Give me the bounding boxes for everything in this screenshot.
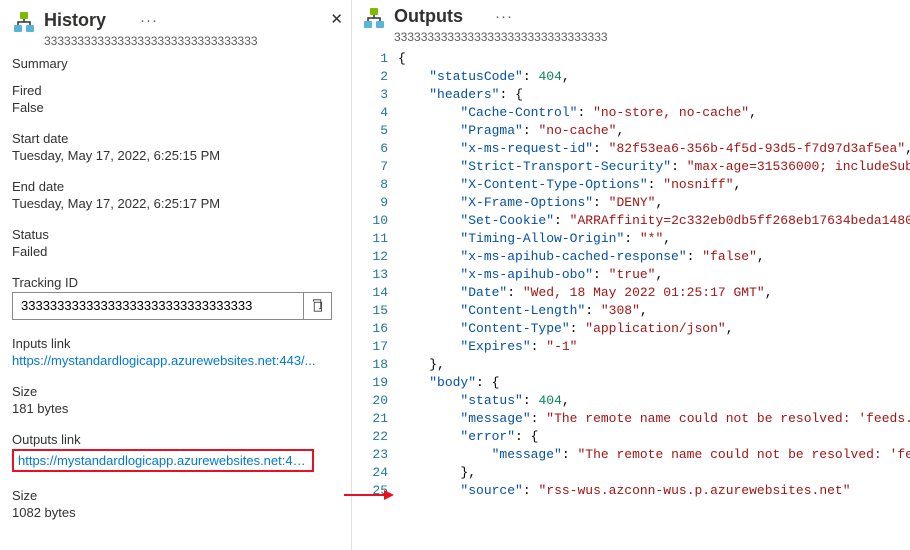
tracking-id-label: Tracking ID — [12, 275, 343, 290]
logic-app-icon — [362, 6, 386, 30]
outputs-more-button[interactable]: ··· — [487, 8, 521, 25]
history-header: History ··· 3333333333333333333333333333… — [12, 4, 351, 52]
outputs-subtitle: 33333333333333333333333333333333 — [394, 30, 902, 44]
inputs-size-value: 181 bytes — [12, 401, 343, 416]
end-date-label: End date — [12, 179, 343, 194]
status-label: Status — [12, 227, 343, 242]
history-title: History — [44, 10, 343, 32]
history-panel: History ··· 3333333333333333333333333333… — [0, 0, 352, 550]
outputs-link-label: Outputs link — [12, 432, 343, 447]
close-button[interactable]: ✕ — [330, 10, 343, 28]
tracking-id-field — [12, 292, 332, 320]
start-date-label: Start date — [12, 131, 343, 146]
summary-heading: Summary — [12, 56, 343, 71]
inputs-link[interactable]: https://mystandardlogicapp.azurewebsites… — [12, 353, 332, 368]
status-value: Failed — [12, 244, 343, 259]
outputs-size-value: 1082 bytes — [12, 505, 343, 520]
copy-icon — [311, 299, 324, 312]
outputs-title: Outputs — [394, 6, 902, 28]
logic-app-icon — [12, 10, 36, 34]
code-editor[interactable]: 1234567891011121314151617181920212223242… — [362, 48, 910, 550]
history-subtitle: 33333333333333333333333333333333 — [44, 34, 343, 48]
tracking-id-input[interactable] — [13, 298, 303, 313]
inputs-size-label: Size — [12, 384, 343, 399]
outputs-link-highlight: https://mystandardlogicapp.azurewebsites… — [12, 449, 314, 472]
outputs-header: Outputs ··· 3333333333333333333333333333… — [362, 0, 910, 48]
outputs-link[interactable]: https://mystandardlogicapp.azurewebsites… — [18, 453, 308, 468]
history-more-button[interactable]: ··· — [132, 12, 166, 29]
copy-button[interactable] — [303, 293, 331, 319]
fired-value: False — [12, 100, 343, 115]
end-date-value: Tuesday, May 17, 2022, 6:25:17 PM — [12, 196, 343, 211]
code-content: { "statusCode": 404, "headers": { "Cache… — [398, 50, 910, 550]
fired-label: Fired — [12, 83, 343, 98]
inputs-link-label: Inputs link — [12, 336, 343, 351]
start-date-value: Tuesday, May 17, 2022, 6:25:15 PM — [12, 148, 343, 163]
outputs-panel: Outputs ··· 3333333333333333333333333333… — [352, 0, 910, 550]
outputs-size-label: Size — [12, 488, 343, 503]
line-gutter: 1234567891011121314151617181920212223242… — [362, 50, 398, 550]
